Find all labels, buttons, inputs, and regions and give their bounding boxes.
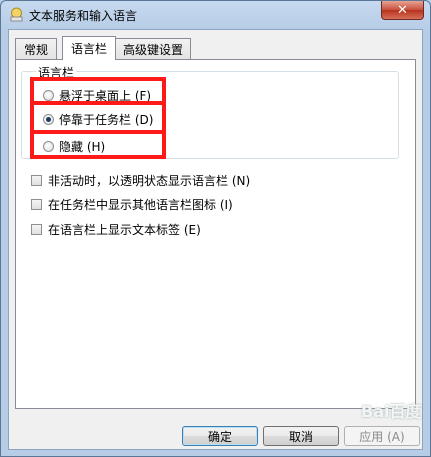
button-label: 取消 xyxy=(288,429,313,444)
checkbox-show-extra-icons-in-taskbar[interactable]: 在任务栏中显示其他语言栏图标 (I) xyxy=(31,196,233,213)
checkbox-label: 非活动时，以透明状态显示语言栏 (N) xyxy=(48,174,251,188)
checkbox-label: 在语言栏上显示文本标签 (E) xyxy=(48,223,201,237)
apply-button[interactable]: 应用 (A) xyxy=(344,426,420,446)
checkbox-show-text-labels[interactable]: 在语言栏上显示文本标签 (E) xyxy=(31,221,201,238)
checkbox[interactable] xyxy=(31,199,42,210)
tab-language-bar[interactable]: 语言栏 xyxy=(62,36,116,60)
cancel-button[interactable]: 取消 xyxy=(263,426,339,446)
checkbox-transparent-when-inactive[interactable]: 非活动时，以透明状态显示语言栏 (N) xyxy=(31,172,250,189)
ok-button[interactable]: 确定 xyxy=(182,426,258,446)
button-label: 应用 (A) xyxy=(359,429,405,444)
tab-general[interactable]: 常规 xyxy=(15,38,57,59)
tab-label: 高级键设置 xyxy=(122,42,183,57)
close-icon: ✕ xyxy=(397,2,408,18)
close-button[interactable]: ✕ xyxy=(381,1,424,20)
checkbox-label: 在任务栏中显示其他语言栏图标 (I) xyxy=(48,198,233,212)
button-label: 确定 xyxy=(207,429,232,444)
tab-advanced-key-settings[interactable]: 高级键设置 xyxy=(115,38,191,59)
title-bar[interactable]: 文本服务和输入语言 ✕ xyxy=(1,1,430,28)
watermark-text: Bai百度 xyxy=(361,402,422,421)
highlight-frame-middle xyxy=(30,101,166,134)
keyboard-globe-icon xyxy=(10,7,23,22)
tab-label: 常规 xyxy=(23,42,48,57)
dialog-window: 文本服务和输入语言 ✕ 常规 语言栏 高级键设置 语言栏 悬浮于桌面上 (F) … xyxy=(0,0,431,457)
window-title: 文本服务和输入语言 xyxy=(29,9,138,23)
tab-label: 语言栏 xyxy=(70,42,107,56)
checkbox[interactable] xyxy=(31,224,42,235)
checkbox[interactable] xyxy=(31,175,42,186)
